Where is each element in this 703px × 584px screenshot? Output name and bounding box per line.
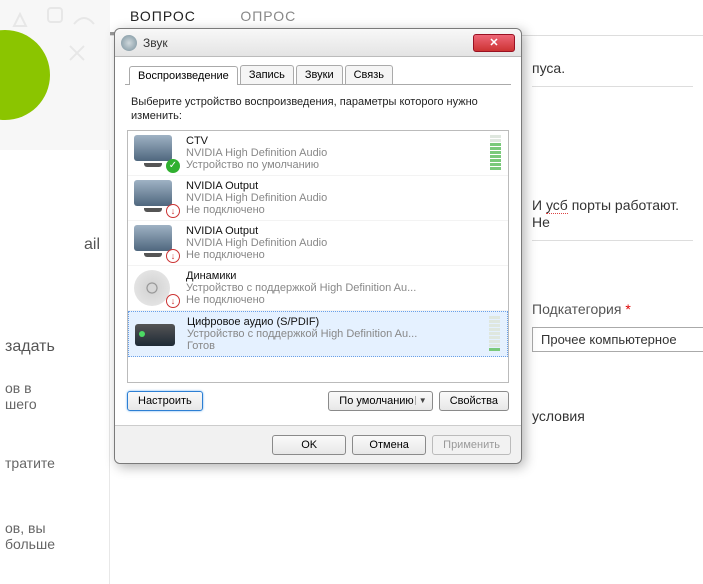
bg-text-ail: ail [5, 236, 100, 254]
bg-right-text-2: И усб порты работают. Не [532, 197, 693, 230]
bg-right-text-1: пуса. [532, 60, 693, 76]
disconnected-icon [166, 294, 180, 308]
tab-record[interactable]: Запись [240, 65, 294, 84]
bg-text-6: ов, вы [5, 520, 46, 536]
tab-comm[interactable]: Связь [345, 65, 393, 84]
bg-text-4: шего [5, 396, 37, 412]
dialog-body: Воспроизведение Запись Звуки Связь Выбер… [115, 57, 521, 425]
set-default-button[interactable]: По умолчанию [328, 391, 432, 411]
bg-text-7: больше [5, 536, 55, 552]
disconnected-icon [166, 249, 180, 263]
device-status: Не подключено [186, 249, 502, 261]
device-status: Не подключено [186, 204, 502, 216]
dialog-titlebar[interactable]: Звук ✕ [115, 29, 521, 57]
monitor-icon: ✓ [134, 135, 178, 171]
amp-icon [135, 316, 179, 352]
device-row[interactable]: ДинамикиУстройство с поддержкой High Def… [128, 266, 508, 311]
device-status: Готов [187, 340, 483, 352]
device-driver: NVIDIA High Definition Audio [186, 147, 484, 159]
configure-button[interactable]: Настроить [127, 391, 203, 411]
subcategory-dropdown[interactable]: Прочее компьютерное [532, 327, 703, 352]
device-info: Цифровое аудио (S/PDIF)Устройство с подд… [187, 316, 483, 352]
device-row[interactable]: NVIDIA OutputNVIDIA High Definition Audi… [128, 176, 508, 221]
underlined-word: усб [546, 197, 568, 214]
speaker-icon [134, 270, 178, 306]
close-button[interactable]: ✕ [473, 34, 515, 52]
tab-sounds[interactable]: Звуки [296, 65, 343, 84]
ok-button[interactable]: OK [272, 435, 346, 455]
level-meter [489, 316, 501, 351]
close-icon: ✕ [489, 36, 498, 49]
device-name: CTV [186, 135, 484, 147]
apply-button[interactable]: Применить [432, 435, 511, 455]
bg-text-zadat: задать [5, 338, 55, 356]
dialog-tabstrip: Воспроизведение Запись Звуки Связь [125, 65, 511, 85]
sound-dialog: Звук ✕ Воспроизведение Запись Звуки Связ… [114, 28, 522, 464]
conditions-text: условия [532, 408, 693, 424]
subcategory-label: Подкатегория * [532, 301, 693, 317]
disconnected-icon [166, 204, 180, 218]
device-status: Не подключено [186, 294, 502, 306]
device-list[interactable]: ✓CTVNVIDIA High Definition AudioУстройст… [127, 130, 509, 383]
background-left-sidebar: ail задать ов в шего тратите ов, вы боль… [0, 0, 110, 584]
sound-icon [121, 35, 137, 51]
device-info: NVIDIA OutputNVIDIA High Definition Audi… [186, 180, 502, 216]
device-driver: NVIDIA High Definition Audio [186, 192, 502, 204]
device-driver: Устройство с поддержкой High Definition … [187, 328, 483, 340]
device-status: Устройство по умолчанию [186, 159, 484, 171]
dialog-title: Звук [143, 36, 473, 50]
bg-text-5: тратите [5, 455, 55, 471]
device-name: NVIDIA Output [186, 180, 502, 192]
device-driver: NVIDIA High Definition Audio [186, 237, 502, 249]
device-row[interactable]: ✓ CTVNVIDIA High Definition AudioУстройст… [128, 131, 508, 176]
properties-button[interactable]: Свойства [439, 391, 509, 411]
device-name: Цифровое аудио (S/PDIF) [187, 316, 483, 328]
monitor-icon [134, 225, 178, 261]
bg-text-3: ов в [5, 380, 32, 396]
device-info: ДинамикиУстройство с поддержкой High Def… [186, 270, 502, 306]
check-icon: ✓ [166, 159, 180, 173]
device-row[interactable]: NVIDIA OutputNVIDIA High Definition Audi… [128, 221, 508, 266]
cancel-button[interactable]: Отмена [352, 435, 426, 455]
device-info: NVIDIA OutputNVIDIA High Definition Audi… [186, 225, 502, 261]
device-name: Динамики [186, 270, 502, 282]
level-meter [490, 135, 502, 170]
device-info: CTVNVIDIA High Definition AudioУстройств… [186, 135, 484, 171]
dialog-footer: OK Отмена Применить [115, 425, 521, 463]
tab-panel-playback: Выберите устройство воспроизведения, пар… [125, 85, 511, 415]
device-name: NVIDIA Output [186, 225, 502, 237]
device-driver: Устройство с поддержкой High Definition … [186, 282, 502, 294]
panel-button-row: Настроить По умолчанию Свойства [127, 391, 509, 411]
background-right-content: пуса. И усб порты работают. Не Подкатего… [522, 50, 703, 444]
instruction-text: Выберите устройство воспроизведения, пар… [131, 95, 505, 124]
monitor-icon [134, 180, 178, 216]
tab-playback[interactable]: Воспроизведение [129, 66, 238, 85]
device-row[interactable]: Цифровое аудио (S/PDIF)Устройство с подд… [128, 311, 508, 357]
